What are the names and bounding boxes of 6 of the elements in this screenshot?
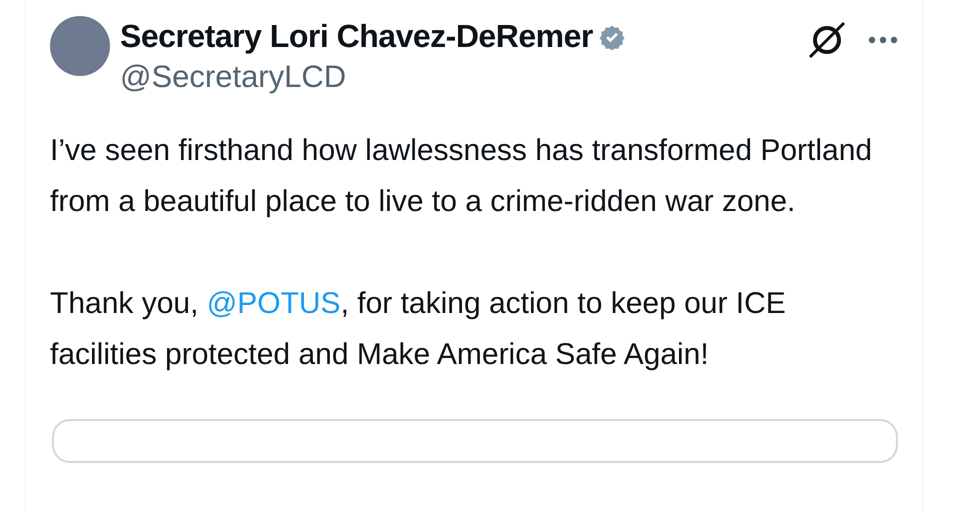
- slashed-circle-icon[interactable]: [806, 20, 848, 60]
- author-handle: @SecretaryLCD: [120, 59, 348, 95]
- post-text: I’ve seen firsthand how lawlessness has transformed Portland from a beautiful place to live to a crime-ridden war zone.: [50, 133, 874, 220]
- author-name[interactable]: Secretary Lori Chavez-DeRemer: [120, 18, 593, 55]
- more-options-icon[interactable]: [868, 36, 898, 44]
- post-text: Thank you, @POTUS, for taking action to keep our ICE facilities protected and Make America Safe Again!: [50, 286, 787, 373]
